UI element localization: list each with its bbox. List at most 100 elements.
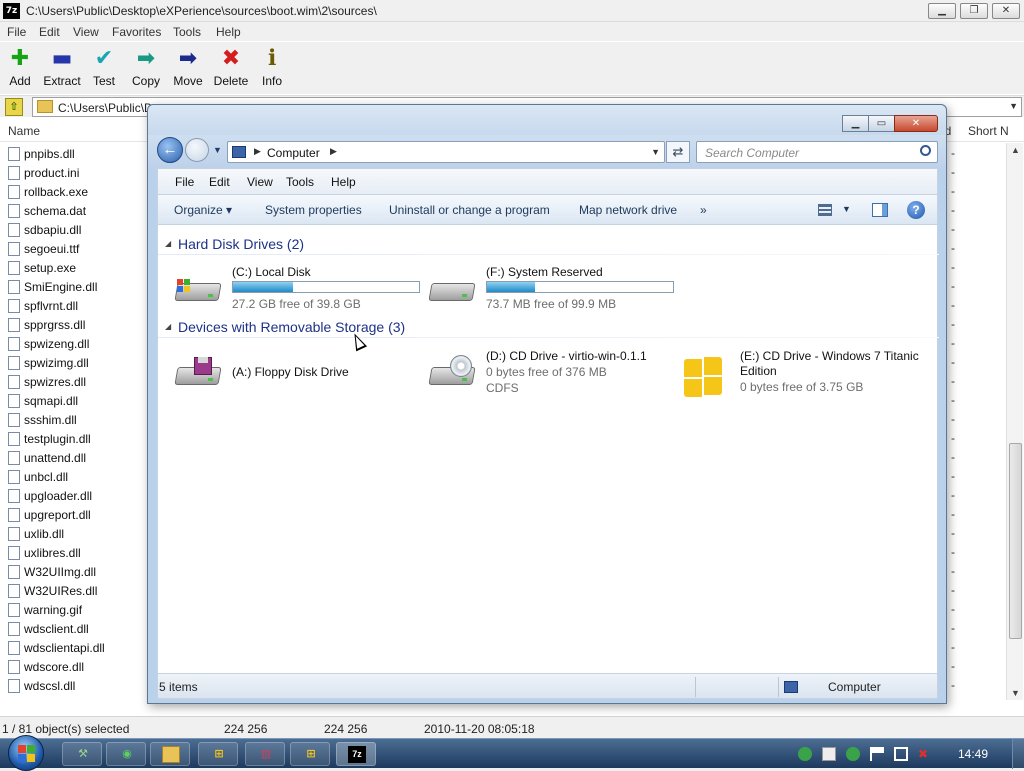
taskbar-app-6[interactable]: ⊞ bbox=[290, 742, 330, 766]
address-dropdown-icon[interactable]: ▼ bbox=[651, 147, 660, 157]
explorer-menu-tools[interactable]: Tools bbox=[286, 175, 314, 189]
explorer-close-button[interactable]: ✕ bbox=[894, 115, 938, 132]
tray-document-icon[interactable] bbox=[822, 747, 836, 761]
explorer-menu-view[interactable]: View bbox=[247, 175, 273, 189]
show-desktop-button[interactable] bbox=[1012, 739, 1024, 769]
drive-a-tile[interactable]: (A:) Floppy Disk Drive bbox=[168, 349, 418, 399]
preview-pane-icon[interactable] bbox=[872, 203, 888, 217]
scroll-down-icon[interactable]: ▼ bbox=[1011, 688, 1020, 698]
refresh-icon[interactable]: ⇄ bbox=[666, 141, 690, 163]
taskbar-app-1[interactable]: ⚒ bbox=[62, 742, 102, 766]
zip-restore-button[interactable]: ❐ bbox=[960, 3, 988, 19]
forward-arrow-icon[interactable] bbox=[185, 138, 209, 162]
explorer-menu-file[interactable]: File bbox=[175, 175, 194, 189]
info-button[interactable]: ℹ Info bbox=[247, 46, 297, 88]
taskbar-app-2[interactable]: ◉ bbox=[106, 742, 146, 766]
change-view-icon[interactable] bbox=[818, 204, 832, 216]
file-row[interactable]: spprgrss.dll bbox=[0, 315, 148, 334]
map-network-drive-button[interactable]: Map network drive bbox=[579, 203, 677, 217]
breadcrumb-computer[interactable]: Computer bbox=[267, 146, 320, 160]
zip-menu-edit[interactable]: Edit bbox=[39, 25, 60, 39]
file-row[interactable]: ssshim.dll bbox=[0, 410, 148, 429]
collapse-triangle-icon[interactable]: ◢ bbox=[165, 239, 171, 248]
volume-muted-icon[interactable]: ✖ bbox=[918, 747, 932, 761]
taskbar-app-4[interactable]: ⊞ bbox=[198, 742, 238, 766]
explorer-address-bar[interactable]: ▶ Computer ▶ ▼ bbox=[227, 141, 665, 163]
drive-d-tile[interactable]: (D:) CD Drive - virtio-win-0.1.1 0 bytes… bbox=[422, 349, 672, 399]
file-row[interactable]: testplugin.dll bbox=[0, 429, 148, 448]
file-row[interactable]: wdscore.dll bbox=[0, 657, 148, 676]
file-row[interactable]: uxlibres.dll bbox=[0, 543, 148, 562]
zip-menu-view[interactable]: View bbox=[73, 25, 99, 39]
file-row[interactable]: unattend.dll bbox=[0, 448, 148, 467]
help-icon[interactable]: ? bbox=[907, 201, 925, 219]
drive-f-tile[interactable]: (F:) System Reserved 73.7 MB free of 99.… bbox=[422, 265, 674, 315]
file-row[interactable]: upgreport.dll bbox=[0, 505, 148, 524]
group-hard-disk-drives[interactable]: ◢ Hard Disk Drives (2) bbox=[158, 231, 939, 255]
uninstall-program-button[interactable]: Uninstall or change a program bbox=[389, 203, 550, 217]
chevron-down-icon[interactable]: ▼ bbox=[1009, 101, 1018, 111]
back-arrow-icon[interactable]: ← bbox=[157, 137, 183, 163]
file-row[interactable]: product.ini bbox=[0, 163, 148, 182]
taskbar-7zip[interactable]: 7z bbox=[336, 742, 376, 766]
taskbar-clock[interactable]: 14:49 bbox=[958, 747, 988, 761]
file-row[interactable]: wdsclient.dll bbox=[0, 619, 148, 638]
breadcrumb-arrow-icon[interactable]: ▶ bbox=[254, 146, 261, 157]
file-row[interactable]: spflvrnt.dll bbox=[0, 296, 148, 315]
zip-menu-file[interactable]: File bbox=[7, 25, 26, 39]
file-row[interactable]: upgloader.dll bbox=[0, 486, 148, 505]
file-row[interactable]: SmiEngine.dll bbox=[0, 277, 148, 296]
file-row[interactable]: rollback.exe bbox=[0, 182, 148, 201]
file-row[interactable]: unbcl.dll bbox=[0, 467, 148, 486]
file-row[interactable]: setup.exe bbox=[0, 258, 148, 277]
scroll-thumb[interactable] bbox=[1009, 443, 1022, 639]
zip-vertical-scrollbar[interactable]: ▲ ▼ bbox=[1006, 143, 1023, 700]
file-row[interactable]: sdbapiu.dll bbox=[0, 220, 148, 239]
file-row[interactable]: uxlib.dll bbox=[0, 524, 148, 543]
column-short-name[interactable]: Short N bbox=[968, 124, 1009, 138]
drive-c-tile[interactable]: (C:) Local Disk 27.2 GB free of 39.8 GB bbox=[168, 265, 420, 315]
breadcrumb-arrow-icon[interactable]: ▶ bbox=[330, 146, 337, 157]
file-row[interactable]: warning.gif bbox=[0, 600, 148, 619]
zip-title-bar[interactable]: 7z C:\Users\Public\Desktop\eXPerience\so… bbox=[0, 0, 1024, 22]
group-removable-storage[interactable]: ◢ Devices with Removable Storage (3) bbox=[158, 314, 939, 338]
file-row[interactable]: pnpibs.dll bbox=[0, 144, 148, 163]
zip-minimize-button[interactable]: ▁ bbox=[928, 3, 956, 19]
zip-close-button[interactable]: ✕ bbox=[992, 3, 1020, 19]
file-row[interactable]: segoeui.ttf bbox=[0, 239, 148, 258]
file-row[interactable]: schema.dat bbox=[0, 201, 148, 220]
search-icon[interactable] bbox=[920, 145, 931, 156]
history-chevron-icon[interactable]: ▼ bbox=[213, 145, 222, 155]
column-name[interactable]: Name bbox=[8, 124, 40, 138]
view-dropdown-icon[interactable]: ▼ bbox=[842, 204, 851, 214]
flag-icon[interactable] bbox=[870, 747, 884, 761]
scroll-up-icon[interactable]: ▲ bbox=[1011, 145, 1020, 155]
zip-menu-favorites[interactable]: Favorites bbox=[112, 25, 161, 39]
organize-button[interactable]: Organize ▾ bbox=[174, 203, 232, 217]
taskbar-app-5[interactable]: ▥ bbox=[245, 742, 285, 766]
file-row[interactable]: sqmapi.dll bbox=[0, 391, 148, 410]
file-row[interactable]: spwizeng.dll bbox=[0, 334, 148, 353]
tray-security-icon[interactable] bbox=[846, 747, 860, 761]
tray-monitor-icon[interactable] bbox=[894, 747, 908, 761]
explorer-minimize-button[interactable]: ▁ bbox=[842, 115, 869, 132]
more-commands-button[interactable]: » bbox=[700, 203, 707, 217]
up-folder-icon[interactable]: ⇧ bbox=[5, 98, 23, 116]
file-row[interactable]: W32UIImg.dll bbox=[0, 562, 148, 581]
zip-menu-tools[interactable]: Tools bbox=[173, 25, 201, 39]
drive-e-tile[interactable]: (E:) CD Drive - Windows 7 Titanic Editio… bbox=[676, 349, 926, 399]
start-button[interactable] bbox=[8, 735, 44, 771]
collapse-triangle-icon[interactable]: ◢ bbox=[165, 322, 171, 331]
system-properties-button[interactable]: System properties bbox=[265, 203, 362, 217]
tray-network-icon[interactable] bbox=[798, 747, 812, 761]
file-row[interactable]: spwizres.dll bbox=[0, 372, 148, 391]
file-row[interactable]: W32UIRes.dll bbox=[0, 581, 148, 600]
zip-menu-help[interactable]: Help bbox=[216, 25, 241, 39]
explorer-menu-edit[interactable]: Edit bbox=[209, 175, 230, 189]
taskbar-explorer[interactable] bbox=[150, 742, 190, 766]
search-input[interactable]: Search Computer bbox=[696, 141, 938, 163]
file-row[interactable]: wdsclientapi.dll bbox=[0, 638, 148, 657]
explorer-maximize-button[interactable]: ▭ bbox=[868, 115, 895, 132]
file-row[interactable]: spwizimg.dll bbox=[0, 353, 148, 372]
explorer-menu-help[interactable]: Help bbox=[331, 175, 356, 189]
